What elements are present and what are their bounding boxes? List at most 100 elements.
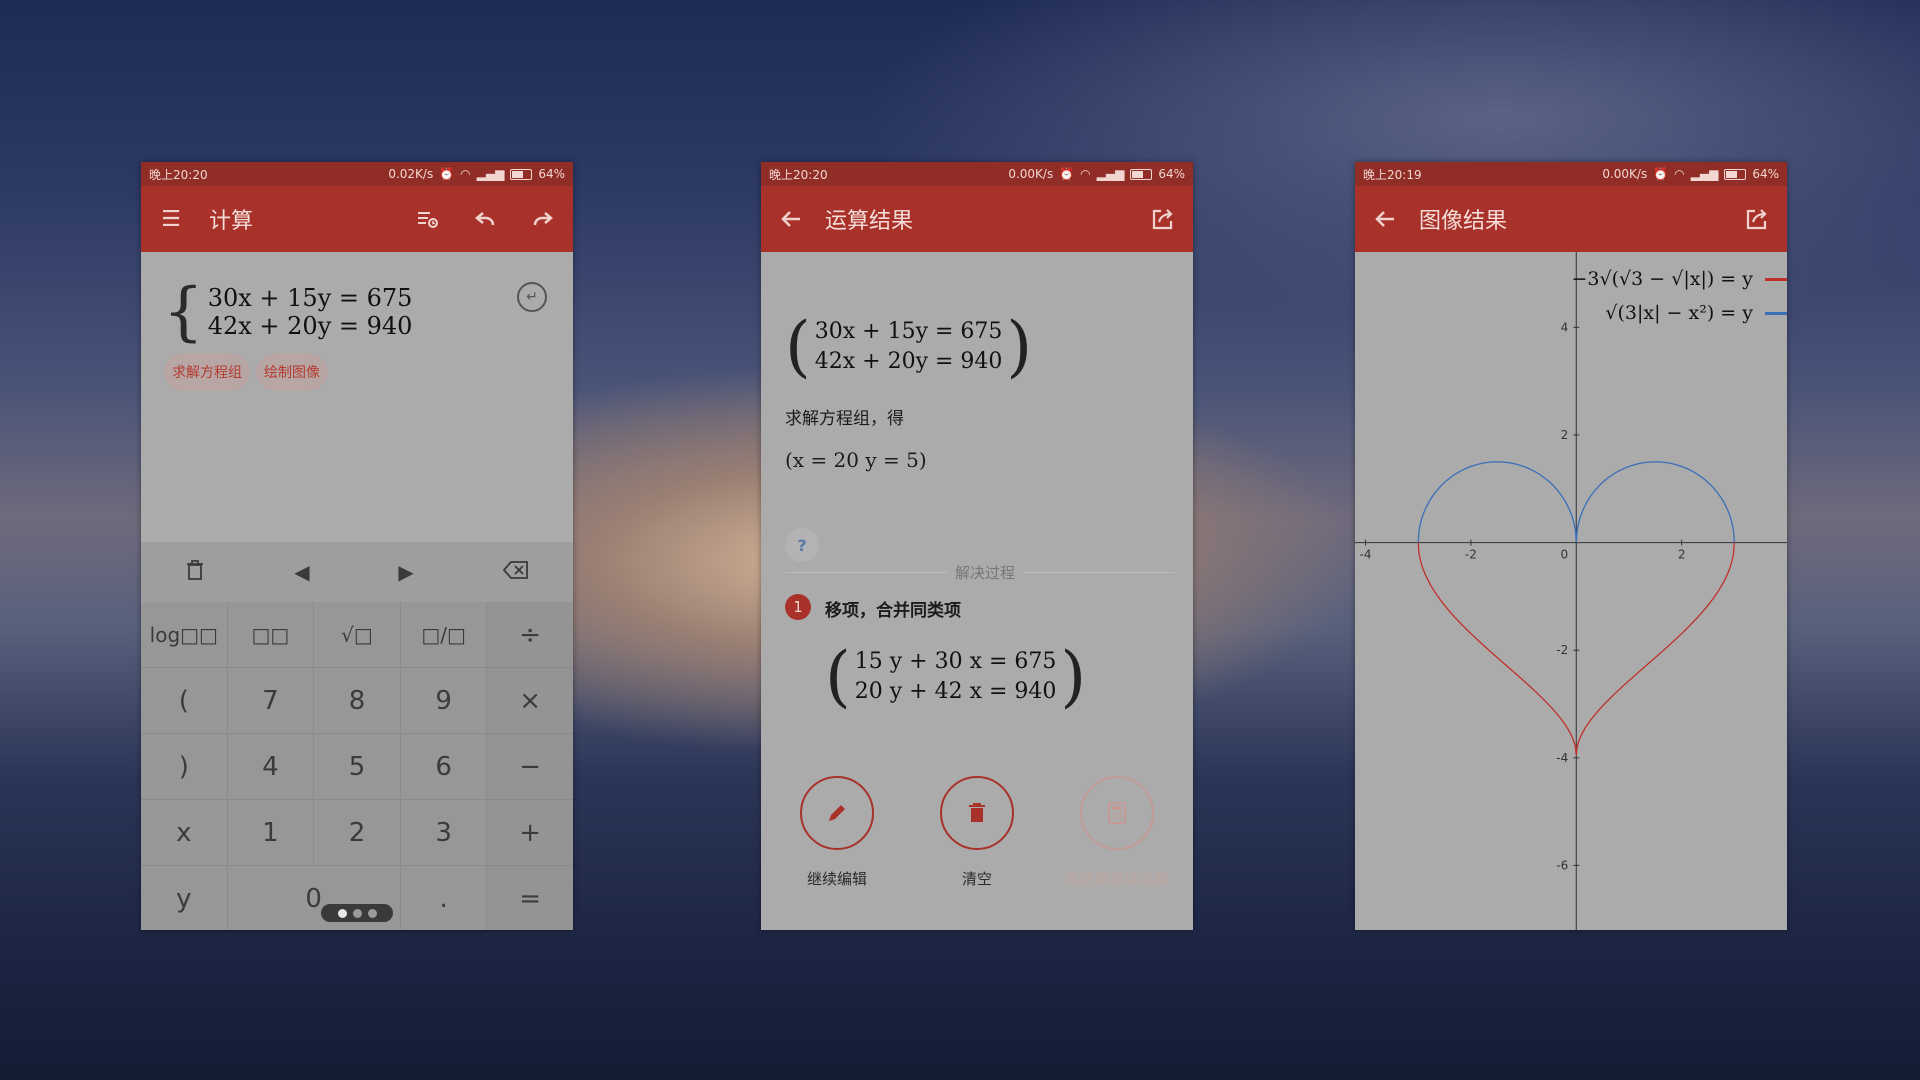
wifi-icon: ◠ [1674, 167, 1685, 181]
x-tick-label: 0 [1560, 548, 1568, 562]
brace-symbol: { [163, 275, 204, 349]
solve-system-button[interactable]: 求解方程组 [165, 354, 249, 390]
legend-swatch [1765, 311, 1787, 315]
action-label: 用结果继续运算 [1064, 870, 1170, 888]
y-tick-label: -2 [1556, 643, 1568, 657]
pencil-icon [800, 776, 874, 850]
key-x[interactable]: x [141, 800, 227, 865]
page-indicator[interactable] [321, 904, 393, 922]
key-decimal[interactable]: . [400, 866, 487, 930]
input-system: ( 30x + 15y = 675 42x + 20y = 940 ) [785, 308, 1033, 385]
right-arrow-icon[interactable]: ▶ [398, 560, 413, 584]
result-content: ( 30x + 15y = 675 42x + 20y = 940 ) 求解方程… [761, 252, 1193, 930]
legend-entry-red: −3√(√3 − √|x|) = y [1571, 268, 1787, 290]
key-power[interactable]: □□ [227, 602, 314, 667]
key-6[interactable]: 6 [400, 734, 487, 799]
signal-icon: ▂▄▆ [1690, 167, 1719, 181]
x-tick-label: -4 [1360, 548, 1372, 562]
solution-text: (x = 20 y = 5) [785, 448, 927, 472]
calculator-screen: 晚上20:20 0.02K/s ⏰ ◠ ▂▄▆ 64% ☰ 计算 {30x +… [141, 162, 573, 930]
battery-percent: 64% [538, 167, 565, 181]
network-speed: 0.00K/s [1602, 167, 1648, 181]
app-toolbar: 图像结果 [1355, 186, 1787, 252]
share-icon[interactable] [1149, 205, 1177, 233]
legend-text: −3√(√3 − √|x|) = y [1571, 268, 1754, 290]
graph-area[interactable]: -4 -2 0 2 4 2 -2 -4 -6 −3√(√3 − √|x|) = y √(3|x|… [1355, 252, 1787, 930]
action-label: 清空 [961, 870, 992, 888]
key-9[interactable]: 9 [400, 668, 487, 733]
equation-line: 20 y + 42 x = 940 [854, 679, 1057, 704]
key-1[interactable]: 1 [227, 800, 314, 865]
key-plus[interactable]: + [487, 800, 573, 865]
share-icon[interactable] [1743, 205, 1771, 233]
equation-line: 15 y + 30 x = 675 [854, 649, 1057, 674]
wifi-icon: ◠ [1080, 167, 1091, 181]
key-2[interactable]: 2 [314, 800, 400, 865]
status-time: 晚上20:20 [149, 167, 208, 182]
enter-icon[interactable]: ↵ [517, 282, 547, 312]
backspace-icon[interactable] [502, 560, 529, 585]
key-4[interactable]: 4 [227, 734, 314, 799]
signal-icon: ▂▄▆ [476, 167, 505, 181]
equation-line: 42x + 20y = 940 [207, 312, 413, 340]
redo-icon[interactable] [529, 205, 557, 233]
result-screen: 晚上20:20 0.00K/s ⏰ ◠ ▂▄▆ 64% 运算结果 ( 30x +… [761, 162, 1193, 930]
use-result-button[interactable]: 用结果继续运算 [1047, 776, 1187, 889]
battery-icon [1130, 168, 1153, 180]
network-speed: 0.00K/s [1008, 167, 1054, 181]
key-fraction[interactable]: □/□ [400, 602, 487, 667]
page-title: 运算结果 [825, 209, 914, 234]
process-label: 解决过程 [947, 562, 1024, 583]
step-number-badge: 1 [785, 594, 811, 620]
legend-entry-blue: √(3|x| − x²) = y [1605, 302, 1787, 324]
status-time: 晚上20:20 [769, 167, 828, 182]
back-arrow-icon[interactable] [777, 205, 805, 233]
status-bar: 晚上20:20 0.02K/s ⏰ ◠ ▂▄▆ 64% [141, 162, 573, 186]
status-time: 晚上20:19 [1363, 167, 1422, 182]
calculator-icon [1080, 776, 1154, 850]
continue-edit-button[interactable]: 继续编辑 [767, 776, 907, 889]
key-log[interactable]: log□□ [141, 602, 227, 667]
menu-icon[interactable]: ☰ [157, 205, 185, 233]
key-3[interactable]: 3 [400, 800, 487, 865]
help-button[interactable]: ? [785, 528, 819, 562]
key-y[interactable]: y [141, 866, 227, 930]
graph-canvas[interactable]: -4 -2 0 2 4 2 -2 -4 -6 [1355, 252, 1787, 930]
key-minus[interactable]: − [487, 734, 573, 799]
y-tick-label: -6 [1556, 858, 1568, 872]
status-bar: 晚上20:19 0.00K/s ⏰ ◠ ▂▄▆ 64% [1355, 162, 1787, 186]
equation-line: 42x + 20y = 940 [814, 349, 1003, 374]
network-speed: 0.02K/s [388, 167, 434, 181]
step-system: ( 15 y + 30 x = 675 20 y + 42 x = 940 ) [825, 638, 1087, 715]
key-multiply[interactable]: × [487, 668, 573, 733]
action-bar: 继续编辑 清空 用结果继续运算 [761, 776, 1193, 896]
history-icon[interactable] [413, 205, 441, 233]
y-tick-label: 2 [1561, 428, 1569, 442]
alarm-icon: ⏰ [1059, 167, 1075, 181]
wifi-icon: ◠ [460, 167, 471, 181]
equation-system[interactable]: { 30x + 15y = 675 42x + 20y = 940 [163, 280, 412, 344]
graph-screen: 晚上20:19 0.00K/s ⏰ ◠ ▂▄▆ 64% 图像结果 -4 -2 0 2 4… [1355, 162, 1787, 930]
step-title: 移项，合并同类项 [825, 601, 961, 621]
legend-text: √(3|x| − x²) = y [1605, 302, 1753, 324]
draw-graph-button[interactable]: 绘制图像 [257, 354, 327, 390]
key-divide[interactable]: ÷ [487, 602, 573, 667]
undo-icon[interactable] [471, 205, 499, 233]
key-7[interactable]: 7 [227, 668, 314, 733]
key-close-paren[interactable]: ) [141, 734, 227, 799]
app-toolbar: ☰ 计算 [141, 186, 573, 252]
legend-swatch [1765, 277, 1787, 281]
trash-icon[interactable] [185, 559, 205, 586]
expression-editor[interactable]: { 30x + 15y = 675 42x + 20y = 940 ↵ 求解方程… [141, 252, 573, 542]
key-8[interactable]: 8 [314, 668, 400, 733]
back-arrow-icon[interactable] [1371, 205, 1399, 233]
key-root[interactable]: √□ [314, 602, 400, 667]
clear-button[interactable]: 清空 [907, 776, 1047, 889]
key-5[interactable]: 5 [314, 734, 400, 799]
page-title: 图像结果 [1419, 209, 1508, 234]
action-label: 继续编辑 [806, 870, 867, 888]
x-tick-label: -2 [1465, 548, 1477, 562]
key-equals[interactable]: = [487, 866, 573, 930]
left-arrow-icon[interactable]: ◀ [294, 560, 309, 584]
key-open-paren[interactable]: ( [141, 668, 227, 733]
